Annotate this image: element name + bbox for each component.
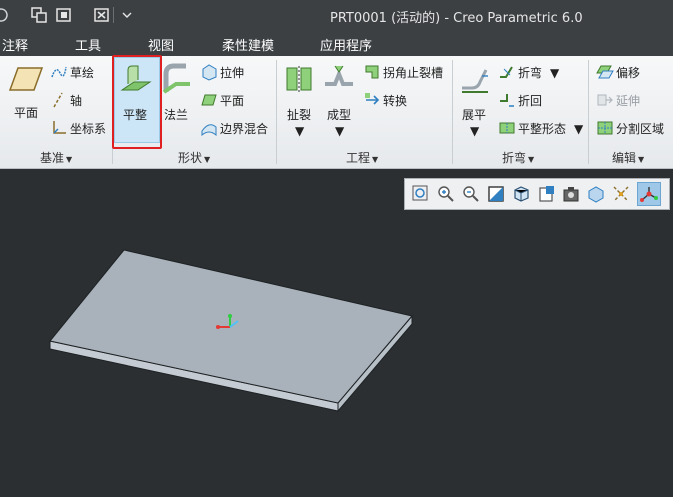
group-divider — [452, 60, 453, 164]
chevron-down-icon: ▼ — [204, 155, 211, 164]
chevron-down-icon: ▼ — [574, 122, 584, 136]
menu-view[interactable]: 视图 — [148, 35, 174, 54]
menu-bar: 注释 工具 视图 柔性建模 应用程序 — [0, 30, 673, 56]
display-style-icon[interactable] — [511, 184, 531, 204]
flange-label: 法兰 — [164, 108, 189, 122]
bend-back-label: 折回 — [518, 94, 543, 108]
ribbon: 平面 草绘 轴 坐标系 基准 ▼ 平整 法兰 拉伸 平面 边界混合 形状 ▼ 扯… — [0, 56, 673, 169]
datum-display-icon[interactable] — [611, 184, 631, 204]
unbend-icon — [462, 69, 488, 93]
form-label: 成型 — [327, 108, 352, 122]
rip-label: 扯裂 — [287, 108, 312, 122]
engineering-group-label[interactable]: 工程 ▼ — [346, 149, 378, 166]
extrude-label: 拉伸 — [220, 66, 245, 80]
group-divider — [276, 60, 277, 164]
chevron-down-icon: ▼ — [372, 155, 379, 164]
view-manager-icon[interactable] — [561, 184, 581, 204]
corner-relief-icon — [365, 65, 379, 79]
extend-icon — [597, 94, 613, 106]
editing-group-label[interactable]: 编辑 ▼ — [612, 149, 644, 166]
bend-icon — [500, 66, 513, 78]
csys-label: 坐标系 — [70, 122, 107, 136]
chevron-down-icon: ▼ — [335, 124, 345, 138]
saved-views-icon[interactable] — [536, 184, 556, 204]
model-canvas[interactable] — [0, 169, 673, 494]
graphics-toolbar — [404, 178, 670, 210]
sketch-icon — [51, 66, 67, 78]
flat-form-label: 平整形态 — [518, 122, 567, 136]
extend-label: 延伸 — [616, 94, 641, 108]
boundary-blend-icon — [201, 124, 217, 137]
split-area-icon — [597, 121, 613, 135]
chevron-down-icon: ▼ — [550, 66, 560, 80]
chevron-down-icon: ▼ — [638, 155, 645, 164]
customize-dropdown-icon[interactable] — [118, 6, 136, 24]
flat-form-icon — [499, 122, 515, 134]
menu-flexible-modeling[interactable]: 柔性建模 — [222, 35, 274, 54]
flat-surface-icon — [201, 94, 217, 106]
shapes-group-label[interactable]: 形状 ▼ — [178, 149, 210, 166]
menu-annotate[interactable]: 注释 — [2, 35, 28, 54]
bend-back-icon — [500, 94, 514, 107]
corner-relief-label: 拐角止裂槽 — [383, 66, 444, 80]
chevron-down-icon: ▼ — [528, 155, 535, 164]
offset-label: 偏移 — [616, 66, 641, 80]
chevron-down-icon: ▼ — [66, 155, 73, 164]
convert-icon — [365, 93, 380, 105]
menu-tools[interactable]: 工具 — [75, 35, 101, 54]
axis-icon — [53, 92, 63, 108]
shape-plane-label: 平面 — [220, 94, 245, 108]
rip-icon — [286, 66, 312, 92]
zoom-out-icon[interactable] — [461, 184, 481, 204]
regenerate-icon[interactable] — [0, 6, 10, 24]
unbend-label: 展平 — [462, 108, 487, 122]
zoom-fit-icon[interactable] — [411, 184, 431, 204]
form-button[interactable]: 成型 ▼ — [323, 60, 357, 140]
sketch-label: 草绘 — [70, 66, 95, 80]
close-window-icon[interactable] — [93, 6, 111, 24]
axis-label: 轴 — [70, 94, 83, 108]
datum-plane-button[interactable]: 平面 — [8, 62, 44, 122]
perspective-icon[interactable] — [586, 184, 606, 204]
selection-highlight-box — [112, 55, 162, 149]
bend-label: 折弯 — [518, 66, 543, 80]
chevron-down-icon: ▼ — [470, 124, 480, 138]
window-title: PRT0001 (活动的) - Creo Parametric 6.0 — [330, 11, 583, 26]
split-area-label: 分割区域 — [616, 122, 665, 136]
convert-label: 转换 — [383, 94, 408, 108]
repaint-icon[interactable] — [486, 184, 506, 204]
plane-icon — [8, 67, 44, 91]
unbend-button[interactable]: 展平 ▼ — [458, 60, 492, 140]
zoom-in-icon[interactable] — [436, 184, 456, 204]
chevron-down-icon: ▼ — [295, 124, 305, 138]
coordinate-system-icon — [53, 121, 66, 134]
flange-wall-icon — [162, 63, 190, 94]
graphics-viewport[interactable] — [0, 169, 673, 494]
group-divider — [588, 60, 589, 164]
form-icon — [325, 65, 353, 86]
datum-group-label[interactable]: 基准 ▼ — [40, 149, 72, 166]
offset-icon — [596, 65, 614, 79]
boundary-blend-label: 边界混合 — [220, 122, 269, 136]
flange-button[interactable]: 法兰 — [160, 60, 196, 140]
title-bar: PRT0001 (活动的) - Creo Parametric 6.0 — [0, 0, 673, 30]
rip-button[interactable]: 扯裂 ▼ — [283, 60, 317, 140]
datum-plane-label: 平面 — [14, 106, 39, 120]
bend-group-label[interactable]: 折弯 ▼ — [502, 149, 534, 166]
window-switch-icon[interactable] — [30, 6, 48, 24]
window-restore-icon[interactable] — [55, 6, 73, 24]
toolbar-divider — [113, 7, 114, 23]
menu-applications[interactable]: 应用程序 — [320, 35, 372, 54]
spin-center-icon[interactable] — [637, 182, 661, 206]
extrude-icon — [202, 64, 217, 81]
